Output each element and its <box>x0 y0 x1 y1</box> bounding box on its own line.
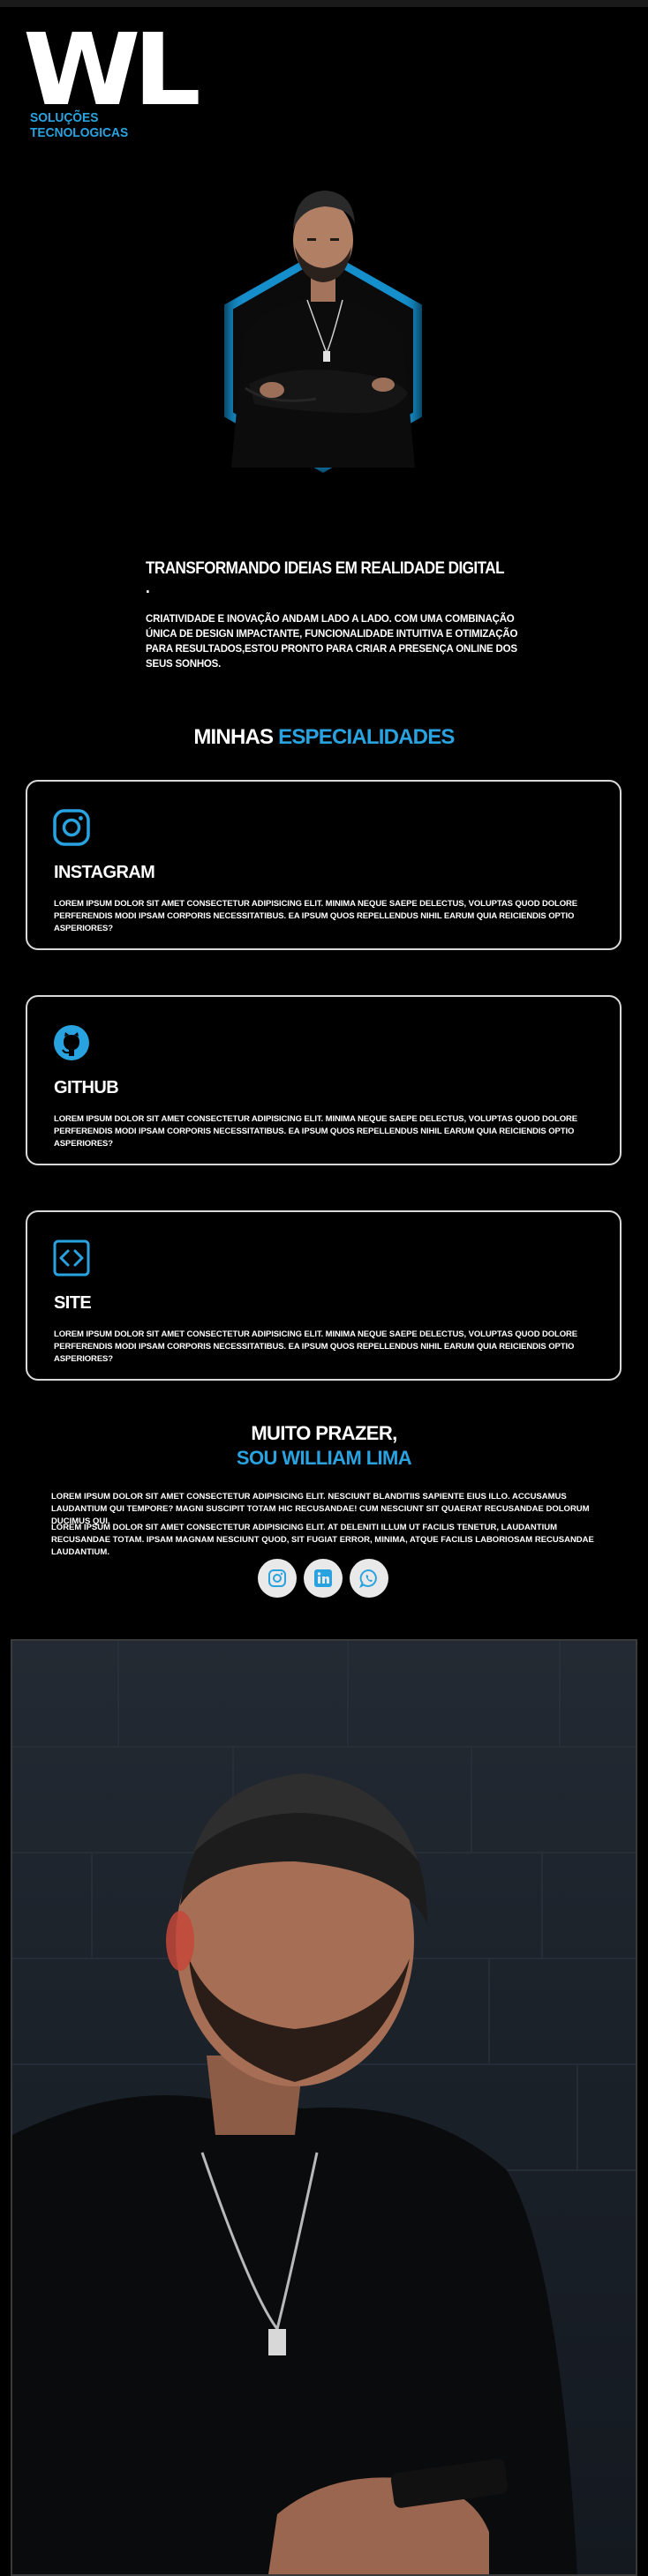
whatsapp-icon <box>359 1569 377 1588</box>
hero-intro: CRIATIVIDADE E INOVAÇÃO ANDAM LADO A LAD… <box>146 614 518 670</box>
brand-logo[interactable]: WL SOLUÇÕES TECNOLOGICAS <box>23 21 201 140</box>
card-text: LOREM IPSUM DOLOR SIT AMET CONSECTETUR A… <box>54 1329 578 1364</box>
whatsapp-link[interactable] <box>350 1559 388 1598</box>
card-text: LOREM IPSUM DOLOR SIT AMET CONSECTETUR A… <box>54 1114 578 1149</box>
top-strip <box>0 0 648 7</box>
github-icon <box>54 1025 89 1060</box>
portrait-illustration <box>231 191 415 468</box>
code-icon <box>53 1239 90 1277</box>
hero-portrait <box>219 168 427 494</box>
linkedin-link[interactable] <box>304 1559 343 1598</box>
about-greeting: MUITO PRAZER, <box>251 1422 397 1444</box>
hero-headline: TRANSFORMANDO IDEIAS EM REALIDADE DIGITA… <box>146 559 504 597</box>
instagram-link[interactable] <box>258 1559 297 1598</box>
card-text: LOREM IPSUM DOLOR SIT AMET CONSECTETUR A… <box>54 899 578 933</box>
about-name: SOU WILLIAM LIMA <box>236 1447 412 1469</box>
specialty-card-instagram[interactable]: INSTAGRAM LOREM IPSUM DOLOR SIT AMET CON… <box>26 780 622 950</box>
instagram-icon <box>53 809 90 846</box>
social-links <box>258 1559 388 1598</box>
card-title: GITHUB <box>54 1078 119 1097</box>
specialties-title-accent: ESPECIALIDADES <box>278 725 455 749</box>
card-title: INSTAGRAM <box>54 863 155 882</box>
specialty-card-site[interactable]: SITE LOREM IPSUM DOLOR SIT AMET CONSECTE… <box>26 1210 622 1381</box>
instagram-icon <box>268 1569 286 1587</box>
about-paragraph-2: LOREM IPSUM DOLOR SIT AMET CONSECTETUR A… <box>51 1523 594 1557</box>
logo-tagline: SOLUÇÕES TECNOLOGICAS <box>30 109 129 140</box>
specialties-title-prefix: MINHAS <box>193 725 274 749</box>
specialty-card-github[interactable]: GITHUB LOREM IPSUM DOLOR SIT AMET CONSEC… <box>26 995 622 1165</box>
page: WL SOLUÇÕES TECNOLOGICAS TRANSFORMANDO I… <box>0 0 648 2576</box>
photo-illustration <box>12 1641 636 2574</box>
card-title: SITE <box>54 1293 92 1313</box>
specialties-title: MINHAS ESPECIALIDADES <box>0 725 648 750</box>
linkedin-icon <box>314 1569 332 1587</box>
logo-mark: WL <box>23 13 201 128</box>
about-photo <box>11 1639 637 2576</box>
